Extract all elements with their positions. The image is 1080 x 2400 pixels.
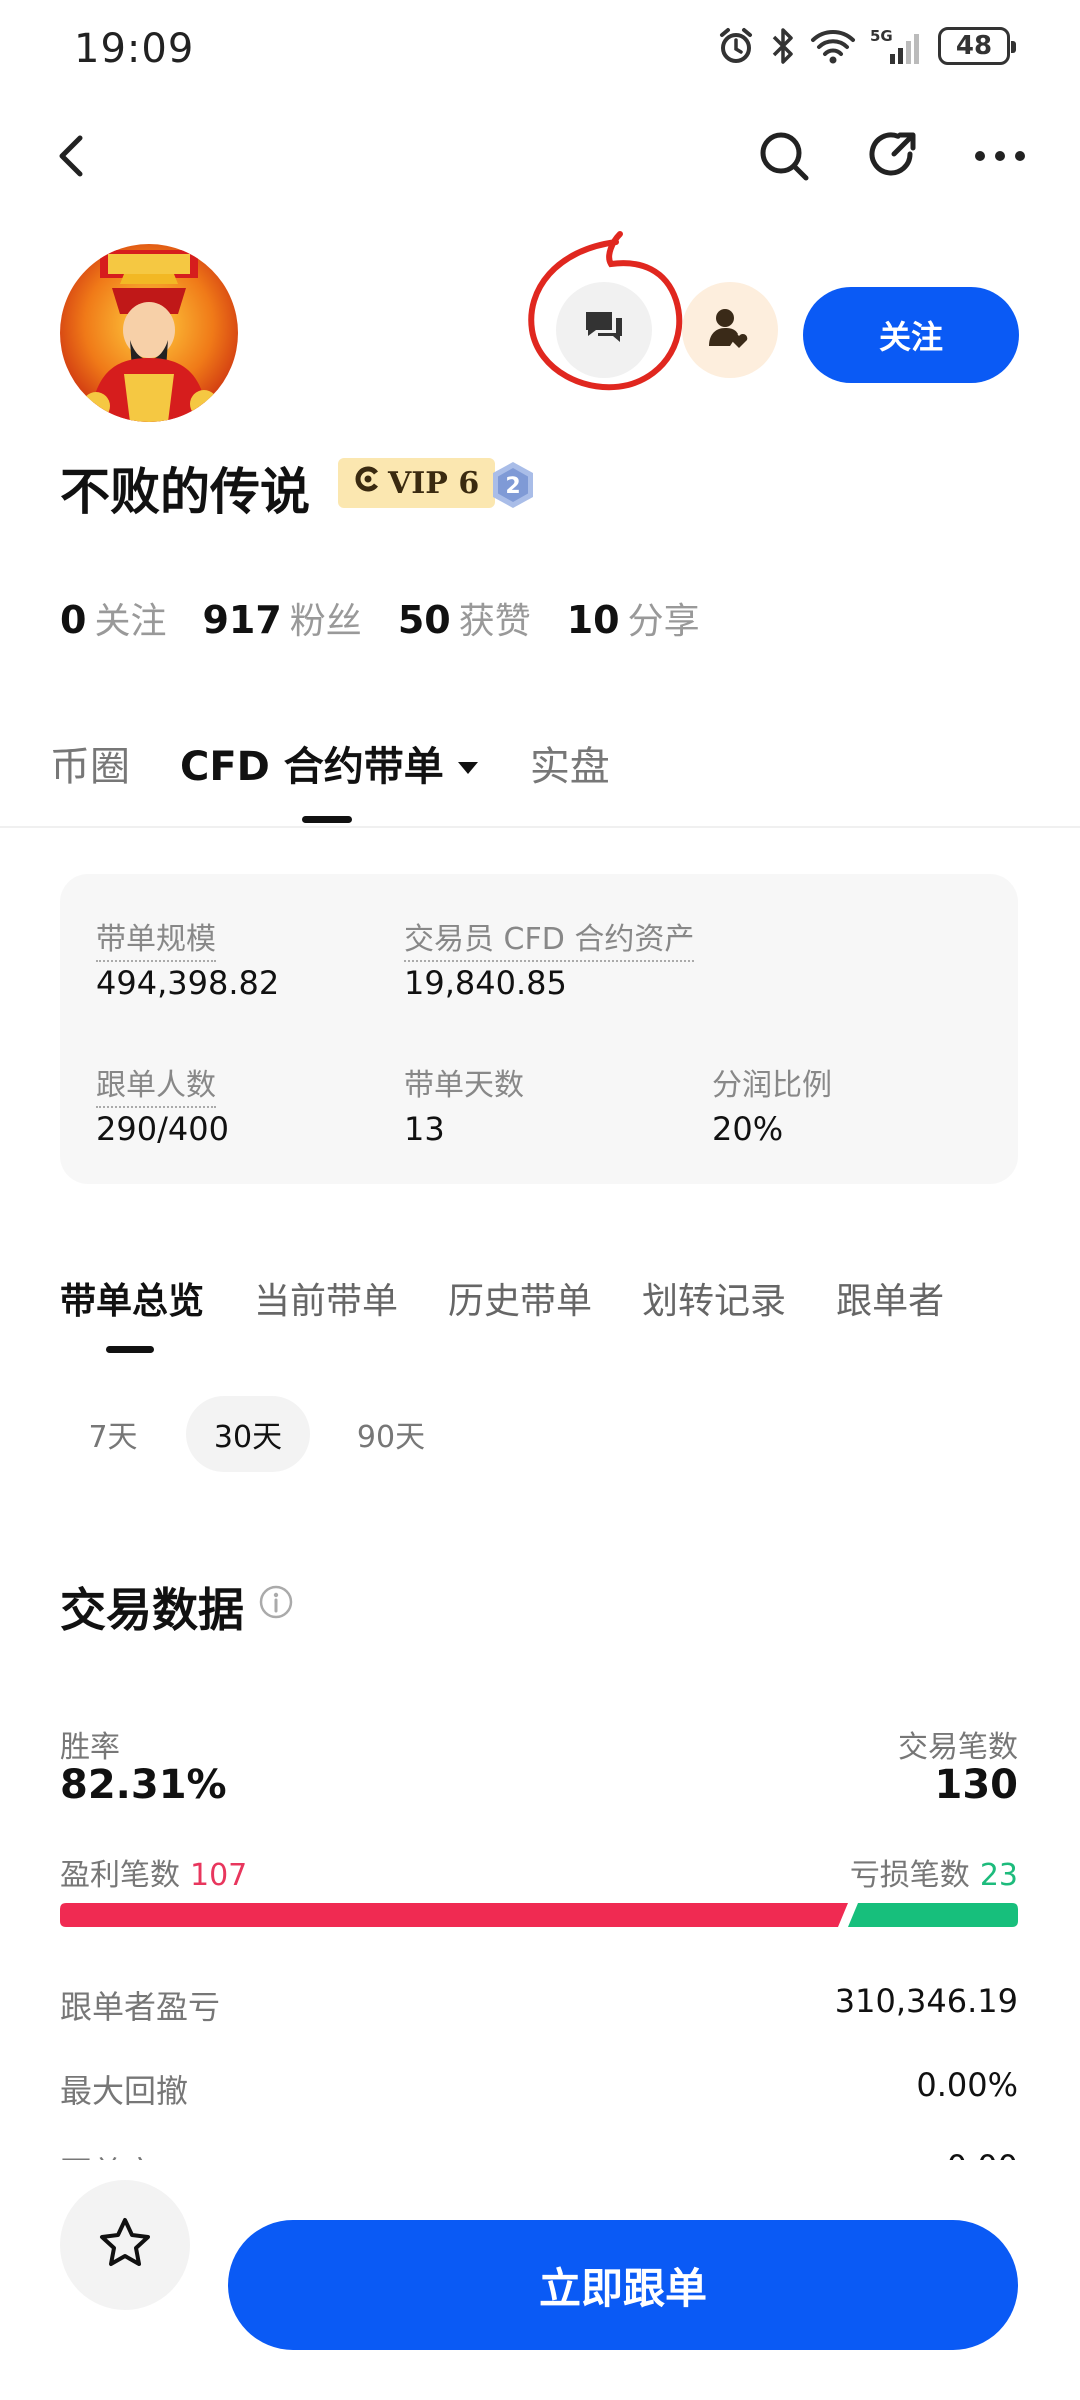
search-button[interactable] xyxy=(748,122,820,194)
sub-tabs: 带单总览 当前带单 历史带单 划转记录 跟单者 xyxy=(60,1272,944,1324)
period-90d[interactable]: 90天 xyxy=(336,1396,446,1472)
copy-trade-button[interactable]: 立即跟单 xyxy=(228,2220,1018,2350)
stat-value: 0 xyxy=(60,598,87,642)
level-badge: 2 xyxy=(490,460,536,510)
divider xyxy=(0,826,1080,828)
profit-trades-label: 盈利笔数 xyxy=(60,1858,180,1893)
favorite-button[interactable] xyxy=(60,2180,190,2310)
star-icon xyxy=(97,2216,153,2274)
vip-label: VIP 6 xyxy=(388,465,480,501)
alarm-icon xyxy=(716,26,756,66)
search-icon xyxy=(756,128,812,188)
subtab-followers[interactable]: 跟单者 xyxy=(836,1272,944,1324)
main-tab-indicator xyxy=(302,816,352,823)
caret-down-icon xyxy=(456,740,480,786)
profit-share-label: 分润比例 xyxy=(712,1068,832,1103)
subtab-current[interactable]: 当前带单 xyxy=(254,1272,398,1324)
trades-value: 130 xyxy=(934,1762,1019,1808)
follower-pnl-label: 跟单者盈亏 xyxy=(60,1988,221,2026)
stat-likes[interactable]: 50 获赞 xyxy=(398,592,531,644)
tab-cfd[interactable]: CFD 合约带单 xyxy=(180,734,480,792)
bluetooth-icon xyxy=(770,26,796,66)
win-rate-value: 82.31% xyxy=(60,1762,227,1808)
followers-label[interactable]: 跟单人数 xyxy=(96,1060,216,1108)
loss-trades-count: 23 xyxy=(979,1858,1018,1893)
profit-trades: 盈利笔数 107 xyxy=(60,1850,247,1894)
share-icon xyxy=(864,128,920,188)
back-icon xyxy=(52,132,92,184)
tab-live[interactable]: 实盘 xyxy=(530,734,610,792)
signal-icon: 5G xyxy=(870,26,924,66)
chat-button[interactable] xyxy=(556,282,652,378)
scale-value: 494,398.82 xyxy=(96,964,280,1002)
stat-fans[interactable]: 917 粉丝 xyxy=(202,592,361,644)
more-button[interactable] xyxy=(964,122,1036,194)
vip-badge: VIP 6 xyxy=(338,458,496,508)
battery-icon: 48 xyxy=(938,27,1016,65)
follow-button[interactable]: 关注 xyxy=(803,287,1019,383)
tab-crypto[interactable]: 币圈 xyxy=(50,734,130,792)
profit-share-value: 20% xyxy=(712,1110,784,1148)
period-30d[interactable]: 30天 xyxy=(186,1396,310,1472)
more-icon xyxy=(972,148,1028,168)
chat-icon xyxy=(582,308,626,352)
subtab-overview[interactable]: 带单总览 xyxy=(60,1272,204,1324)
profit-trades-count: 107 xyxy=(190,1858,248,1893)
network-label: 5G xyxy=(870,27,893,45)
assets-label[interactable]: 交易员 CFD 合约资产 xyxy=(404,914,695,962)
stat-label: 粉丝 xyxy=(289,601,362,642)
days-value: 13 xyxy=(404,1110,445,1148)
max-drawdown-label: 最大回撤 xyxy=(60,2072,189,2110)
stat-label: 获赞 xyxy=(458,601,531,642)
stat-label: 分享 xyxy=(627,601,700,642)
max-drawdown-value: 0.00% xyxy=(916,2066,1018,2104)
win-loss-bar xyxy=(60,1903,1018,1927)
trades-label: 交易笔数 xyxy=(898,1730,1018,1765)
profile-stats: 0 关注 917 粉丝 50 获赞 10 分享 xyxy=(60,592,700,644)
loss-bar xyxy=(848,1903,1018,1927)
win-rate-label: 胜率 xyxy=(60,1730,120,1765)
level-number: 2 xyxy=(505,474,520,499)
section-title: 交易数据 xyxy=(60,1583,244,1637)
stat-shares[interactable]: 10 分享 xyxy=(567,592,700,644)
stat-following[interactable]: 0 关注 xyxy=(60,592,166,644)
main-tabs: 币圈 CFD 合约带单 实盘 xyxy=(50,734,610,792)
assets-value: 19,840.85 xyxy=(404,964,567,1002)
status-time: 19:09 xyxy=(74,26,195,72)
stat-label: 关注 xyxy=(94,601,167,642)
subtab-history[interactable]: 历史带单 xyxy=(448,1272,592,1324)
user-heart-icon xyxy=(707,306,753,354)
share-button[interactable] xyxy=(856,122,928,194)
loss-trades: 亏损笔数 23 xyxy=(850,1850,1018,1894)
subtab-transfers[interactable]: 划转记录 xyxy=(642,1272,786,1324)
status-icons: 5G 48 xyxy=(716,26,1016,66)
followers-value: 290/400 xyxy=(96,1110,229,1148)
wifi-icon xyxy=(810,27,856,65)
scale-label[interactable]: 带单规模 xyxy=(96,914,216,962)
sub-tab-indicator xyxy=(106,1346,154,1353)
avatar[interactable] xyxy=(60,244,238,422)
subscribe-user-button[interactable] xyxy=(682,282,778,378)
follower-pnl-value: 310,346.19 xyxy=(834,1982,1018,2020)
vip-icon xyxy=(354,465,382,501)
loss-trades-label: 亏损笔数 xyxy=(849,1858,970,1893)
stat-value: 50 xyxy=(397,598,451,642)
username: 不败的传说 xyxy=(60,463,310,521)
info-icon[interactable] xyxy=(258,1584,294,1620)
stat-value: 10 xyxy=(566,598,620,642)
days-label: 带单天数 xyxy=(404,1068,524,1103)
period-7d[interactable]: 7天 xyxy=(64,1396,162,1472)
profit-bar xyxy=(60,1903,848,1927)
stat-value: 917 xyxy=(202,598,282,642)
battery-level: 48 xyxy=(955,31,993,61)
back-button[interactable] xyxy=(36,122,108,194)
tab-cfd-label: CFD 合约带单 xyxy=(180,744,444,790)
